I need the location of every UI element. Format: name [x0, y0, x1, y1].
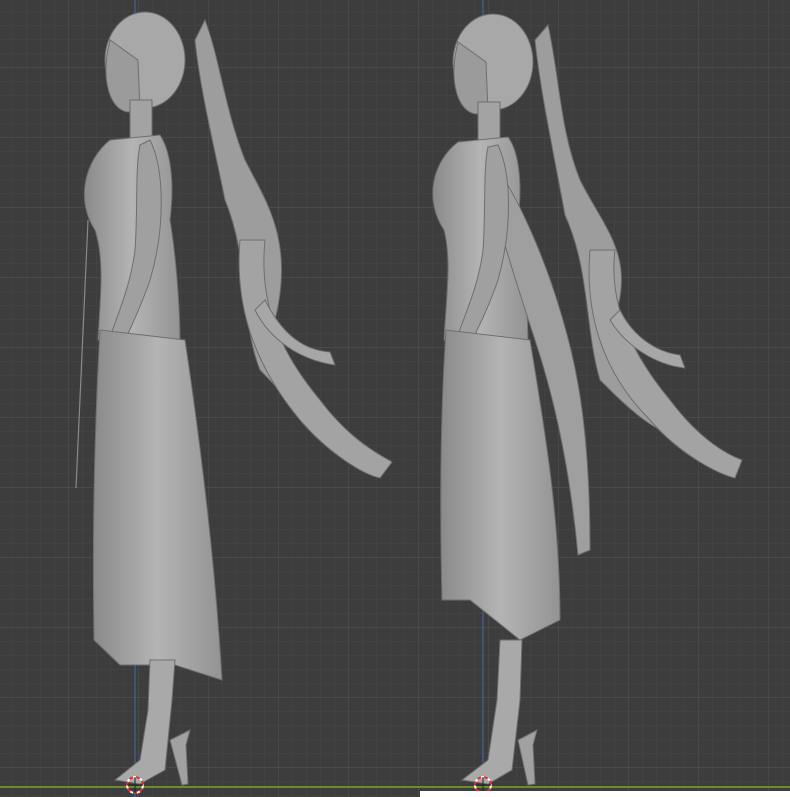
viewport-grid: [0, 0, 790, 797]
bottom-strip: [420, 791, 790, 797]
3d-viewport[interactable]: [0, 0, 790, 797]
3d-cursor-icon: [126, 776, 144, 794]
